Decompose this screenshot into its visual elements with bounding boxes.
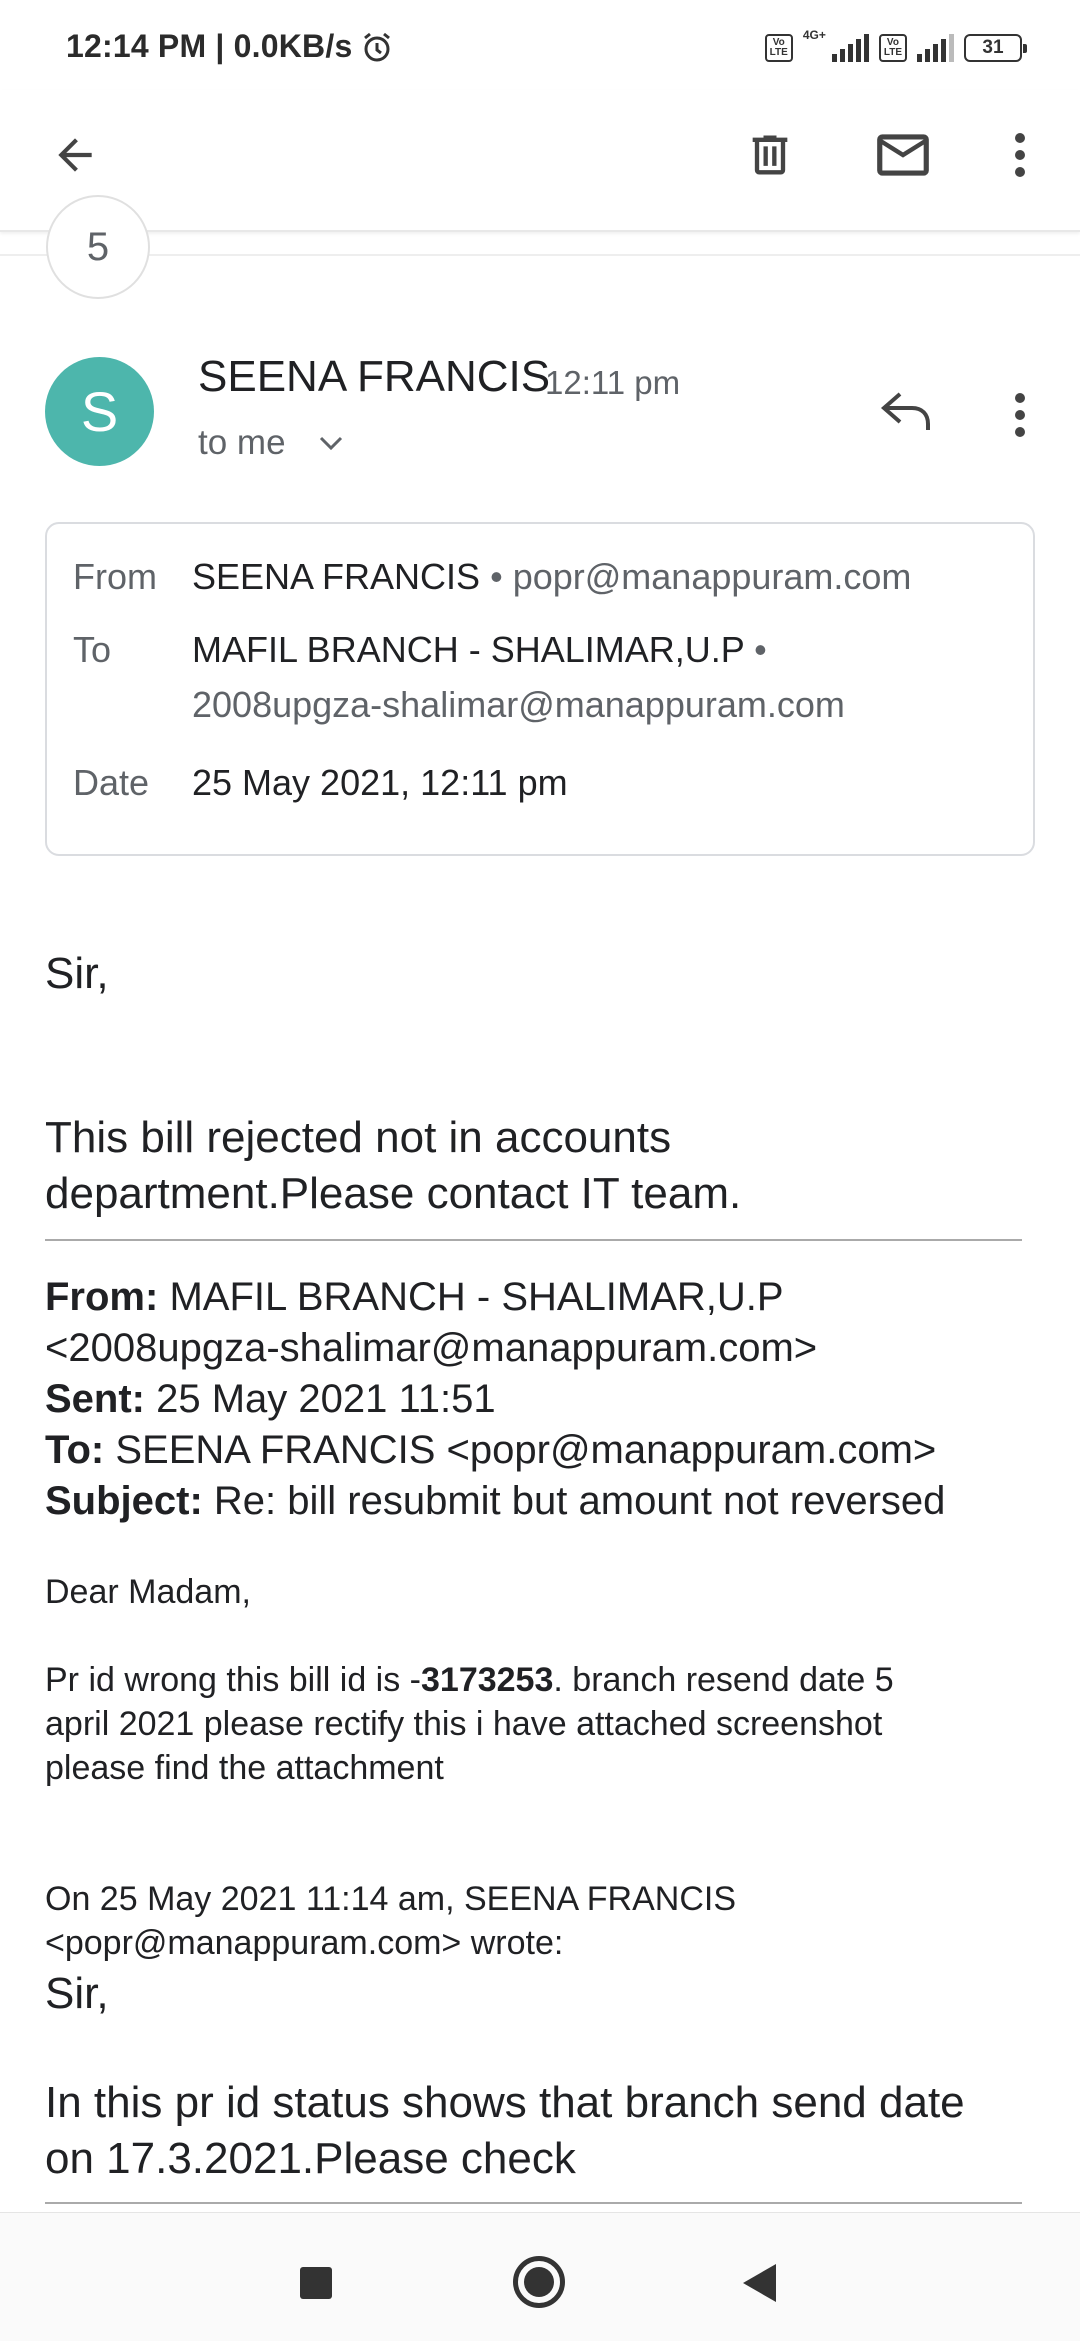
more-vert-icon <box>1015 393 1025 437</box>
network-type: 4G+ <box>802 28 826 42</box>
quoted-subject: Subject: Re: bill resubmit but amount no… <box>45 1476 945 1527</box>
message-more-button[interactable] <box>1000 380 1040 450</box>
details-from-value: SEENA FRANCIS • popr@manappuram.com <box>192 556 911 598</box>
more-options-button[interactable] <box>1000 120 1040 190</box>
details-to-email: 2008upgza-shalimar@manappuram.com <box>192 684 845 725</box>
quoted-to: To: SEENA FRANCIS <popr@manappuram.com> <box>45 1425 936 1476</box>
details-date-label: Date <box>73 762 150 803</box>
details-from-email: • popr@manappuram.com <box>490 556 912 597</box>
home-circle-icon[interactable] <box>513 2256 565 2308</box>
reply-line-1: Pr id wrong this bill id is -3173253. br… <box>45 1658 894 1702</box>
mark-unread-button[interactable] <box>866 120 940 190</box>
collapsed-divider <box>0 254 1080 256</box>
details-to-label: To <box>73 629 112 670</box>
reply-line-3: please find the attachment <box>45 1749 444 1787</box>
details-to-value: MAFIL BRANCH - SHALIMAR,U.P • <box>192 629 767 671</box>
system-nav-bar <box>0 2212 1080 2341</box>
quote-line-2: on 17.3.2021.Please check <box>45 2134 576 2183</box>
volte-icon: Vo LTE <box>764 34 793 62</box>
quoted-from: From: MAFIL BRANCH - SHALIMAR,U.P <box>45 1272 784 1323</box>
recipient-summary[interactable]: to me <box>198 423 286 463</box>
body-greeting: Sir, <box>45 949 109 998</box>
sender-name: SEENA FRANCIS <box>198 352 551 401</box>
back-triangle-icon[interactable] <box>743 2264 776 2302</box>
back-button[interactable] <box>40 120 110 190</box>
recents-square-icon[interactable] <box>300 2267 332 2299</box>
volte-icon-2: Vo LTE <box>878 34 907 62</box>
collapsed-messages-count[interactable]: 5 <box>46 195 150 299</box>
quote-divider-2 <box>45 2202 1022 2204</box>
details-to-name: MAFIL BRANCH - SHALIMAR,U.P <box>192 629 745 670</box>
message-details-card: From SEENA FRANCIS • popr@manappuram.com… <box>45 522 1035 856</box>
mail-icon <box>877 134 929 176</box>
delete-button[interactable] <box>735 120 805 190</box>
avatar[interactable]: S <box>45 357 154 466</box>
more-vert-icon <box>1015 133 1025 177</box>
reply-line-2: april 2021 please rectify this i have at… <box>45 1705 883 1743</box>
quoted-sent-label: Sent: <box>45 1377 145 1421</box>
signal-strength-icon-2 <box>917 34 954 62</box>
details-date-value: 25 May 2021, 12:11 pm <box>192 762 568 803</box>
bill-id: 3173253 <box>421 1661 554 1699</box>
quote-attribution-2: <popr@manappuram.com> wrote: <box>45 1924 564 1962</box>
back-arrow-icon <box>58 138 92 172</box>
quoted-from-label: From: <box>45 1275 159 1319</box>
quoted-subject-label: Subject: <box>45 1479 203 1523</box>
signal-strength-icon <box>831 34 869 62</box>
status-bar: 12:14 PM | 0.0KB/s Vo LTE 4G+ Vo LTE 31 <box>0 0 1080 90</box>
alarm-clock-icon <box>360 30 394 69</box>
quoted-from-email: <2008upgza-shalimar@manappuram.com> <box>45 1326 818 1370</box>
body-line-2: department.Please contact IT team. <box>45 1169 742 1218</box>
battery-icon: 31 <box>964 34 1027 62</box>
status-time: 12:14 PM | 0.0KB/s <box>66 28 353 64</box>
details-to-bullet: • <box>754 629 767 670</box>
quoted-sent: Sent: 25 May 2021 11:51 <box>45 1374 496 1425</box>
chevron-down-icon[interactable] <box>318 434 344 457</box>
details-from-label: From <box>73 556 157 597</box>
quote-attribution-1: On 25 May 2021 11:14 am, SEENA FRANCIS <box>45 1880 737 1918</box>
status-icons: Vo LTE 4G+ Vo LTE 31 <box>764 28 1027 68</box>
quoted-sent-value: 25 May 2021 11:51 <box>145 1377 496 1421</box>
quoted-from-value: MAFIL BRANCH - SHALIMAR,U.P <box>158 1275 784 1319</box>
quoted-to-value: SEENA FRANCIS <popr@manappuram.com> <box>104 1428 937 1472</box>
quote-greeting: Sir, <box>45 1969 109 2018</box>
reply-icon <box>880 392 930 430</box>
quoted-to-label: To: <box>45 1428 105 1472</box>
details-from-name: SEENA FRANCIS <box>192 556 481 597</box>
top-app-bar <box>0 90 1080 232</box>
message-time: 12:11 pm <box>545 364 681 401</box>
reply-greeting: Dear Madam, <box>45 1573 251 1611</box>
reply-line-1-post: . branch resend date 5 <box>553 1661 894 1699</box>
reply-button[interactable] <box>872 380 942 440</box>
reply-line-1-pre: Pr id wrong this bill id is - <box>45 1661 422 1699</box>
quote-line-1: In this pr id status shows that branch s… <box>45 2078 965 2127</box>
quoted-subject-value: Re: bill resubmit but amount not reverse… <box>202 1479 946 1523</box>
quote-divider <box>45 1239 1022 1241</box>
trash-icon <box>752 135 788 175</box>
body-line-1: This bill rejected not in accounts <box>45 1113 672 1162</box>
